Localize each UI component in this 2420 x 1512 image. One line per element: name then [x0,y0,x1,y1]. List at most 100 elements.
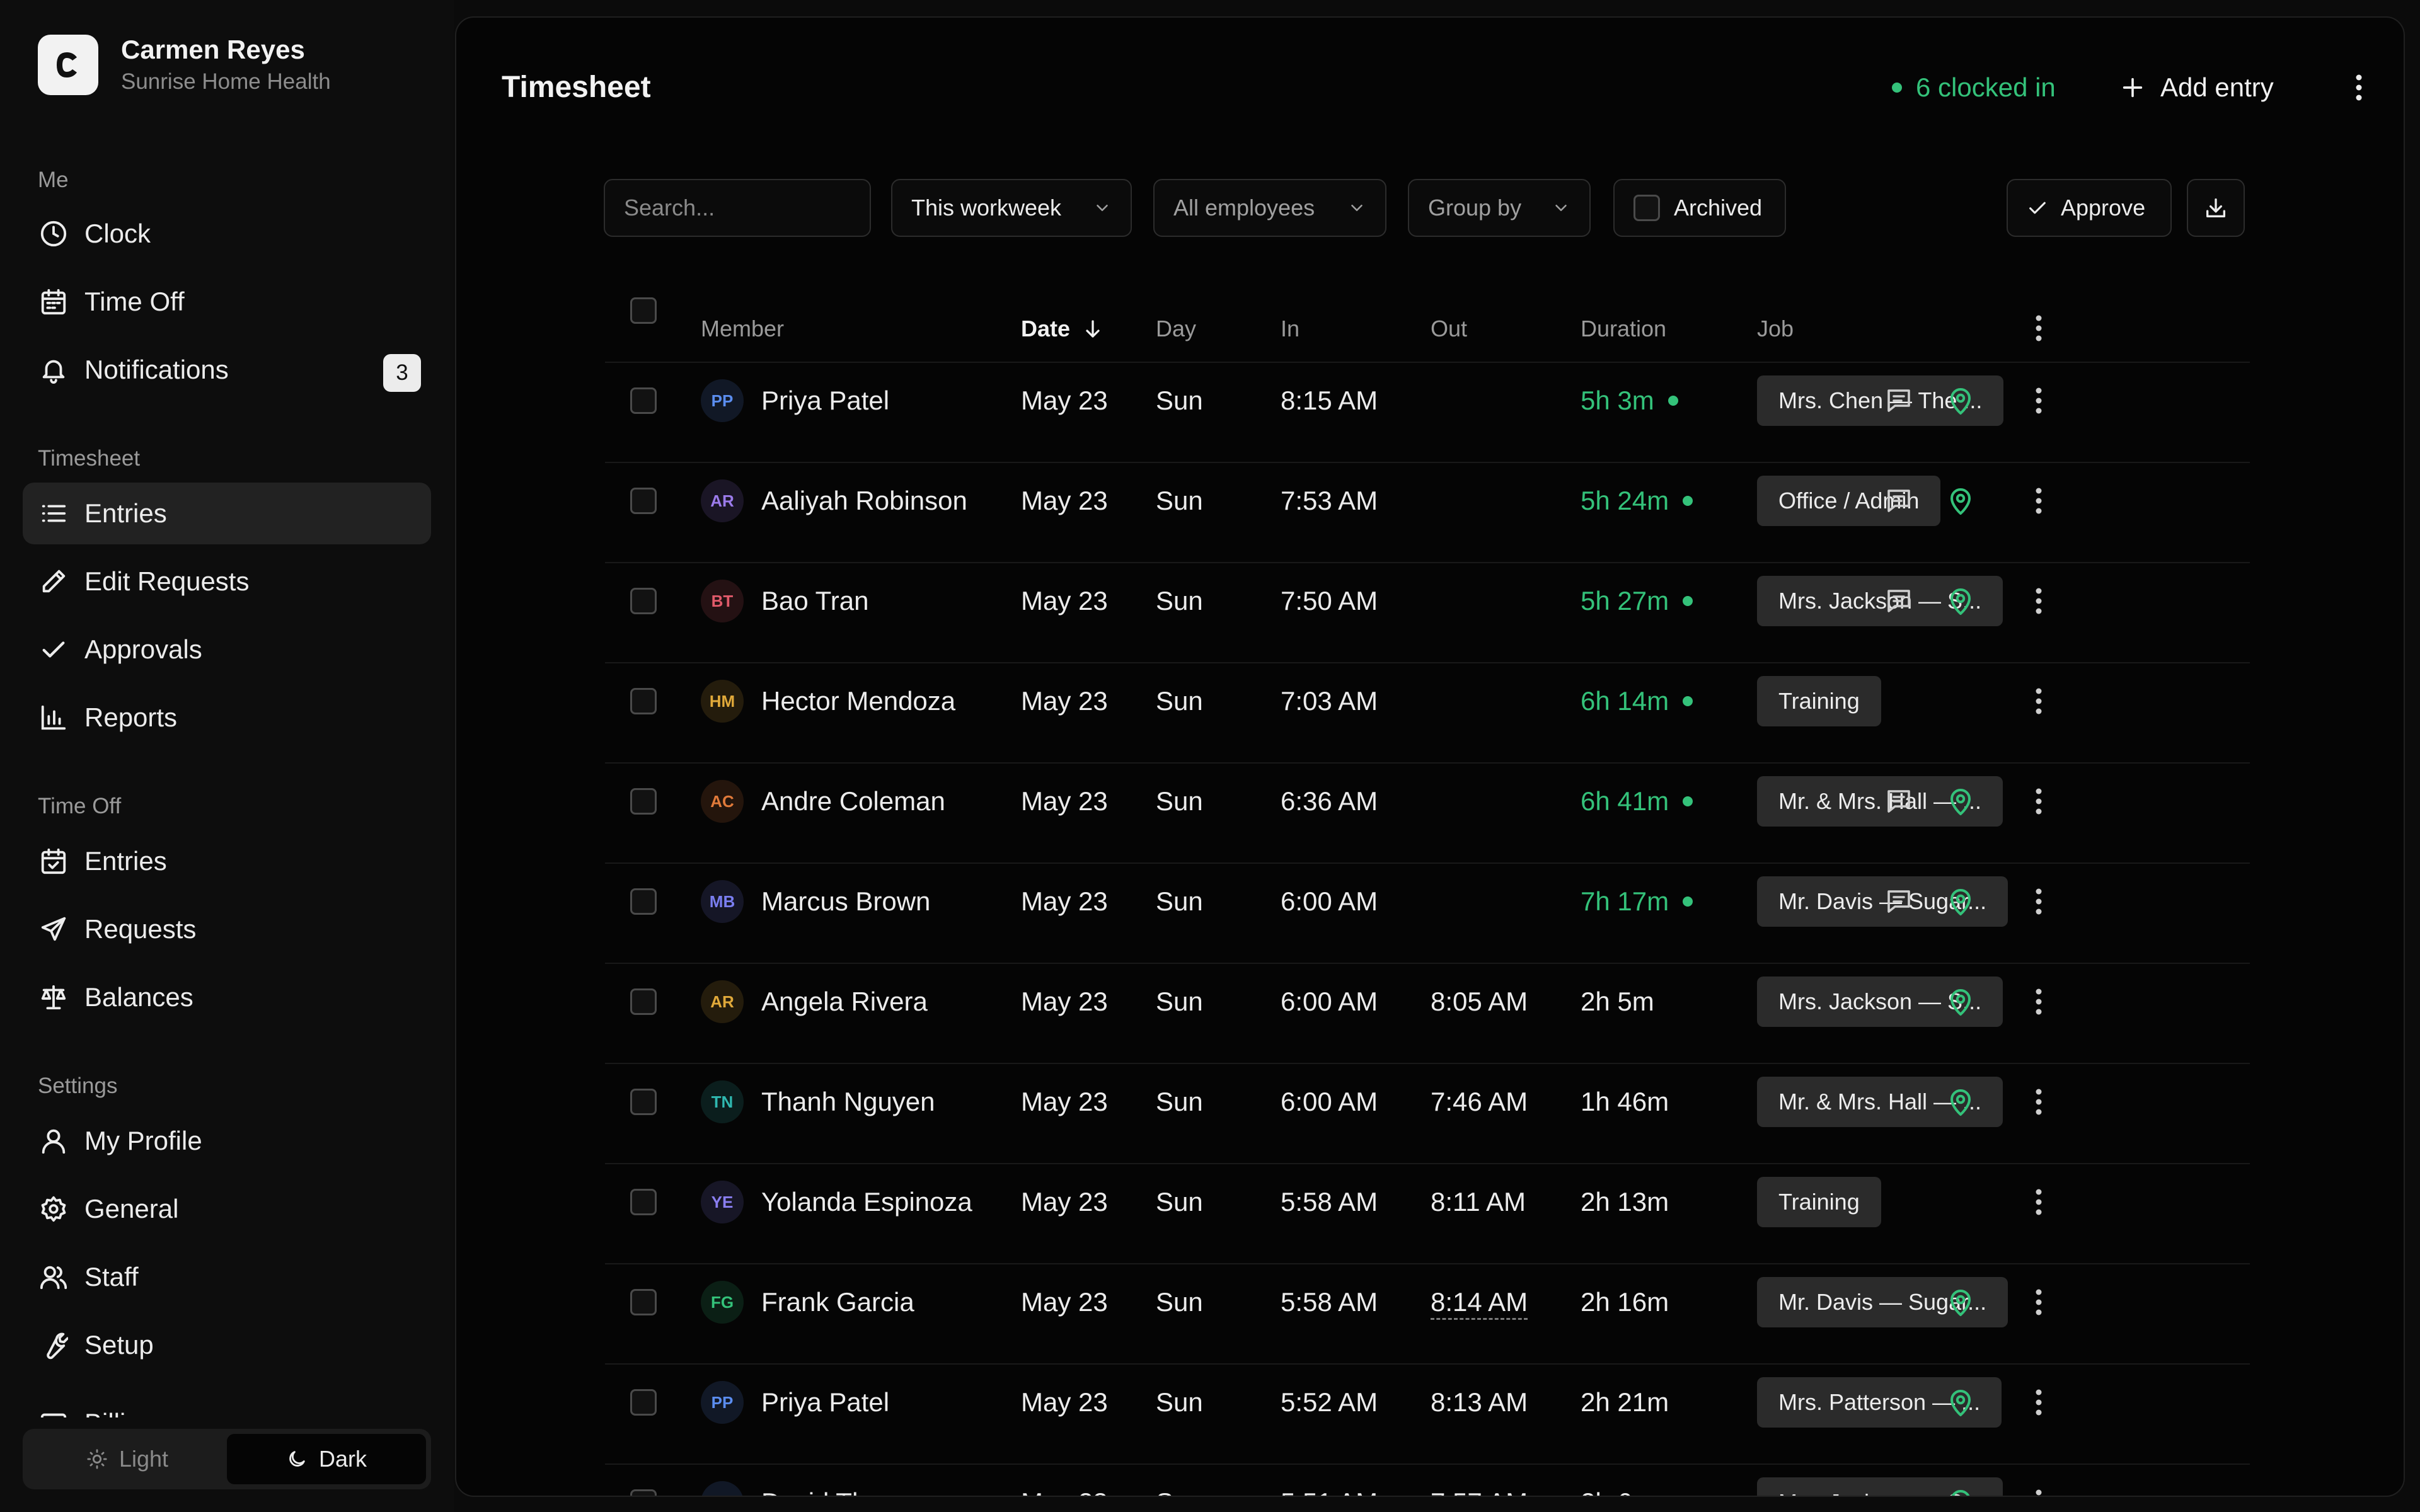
note-icon[interactable] [1882,484,1916,518]
clock-out-time[interactable]: 7:57 AM [1431,1486,1528,1496]
member-name[interactable]: Marcus Brown [761,885,930,919]
row-checkbox[interactable] [630,988,657,1015]
sidebar-item-approvals[interactable]: Approvals [23,619,431,680]
row-more-icon[interactable] [2023,684,2054,718]
employees-select[interactable]: All employees [1153,179,1386,237]
clock-out-time[interactable]: 8:13 AM [1431,1385,1528,1419]
note-icon[interactable] [1882,584,1916,618]
row-checkbox[interactable] [630,788,657,815]
sidebar-item-billing[interactable]: Billing [23,1392,431,1418]
sidebar-item-setup[interactable]: Setup [23,1314,431,1376]
sidebar-item-timesheet-entries[interactable]: Entries [23,483,431,544]
location-pin-icon[interactable] [1944,885,1978,919]
row-more-icon[interactable] [2023,1385,2054,1419]
header-more-icon[interactable] [2343,72,2375,103]
column-header-out[interactable]: Out [1431,314,1467,344]
row-checkbox[interactable] [630,1389,657,1416]
member-name[interactable]: Frank Garcia [761,1285,914,1319]
note-icon[interactable] [1882,784,1916,818]
member-name[interactable]: Bao Tran [761,584,868,618]
download-button[interactable] [2187,179,2245,237]
member-name[interactable]: Hector Mendoza [761,684,955,718]
clock-in-time[interactable]: 7:53 AM [1281,484,1378,518]
sidebar-item-reports[interactable]: Reports [23,687,431,748]
theme-light-button[interactable]: Light [28,1434,227,1484]
row-checkbox[interactable] [630,588,657,614]
row-checkbox[interactable] [630,688,657,714]
column-header-member[interactable]: Member [701,314,784,344]
location-pin-icon[interactable] [1944,384,1978,418]
column-header-date[interactable]: Date [1021,314,1104,344]
member-name[interactable]: Angela Rivera [761,985,928,1019]
location-pin-icon[interactable] [1944,985,1978,1019]
date-range-select[interactable]: This workweek [891,179,1132,237]
clock-in-time[interactable]: 6:00 AM [1281,885,1378,919]
search-input[interactable] [624,195,851,221]
sidebar-item-my-profile[interactable]: My Profile [23,1110,431,1172]
row-checkbox[interactable] [630,888,657,915]
approve-button[interactable]: Approve [2007,179,2172,237]
clocked-in-indicator[interactable]: 6 clocked in [1892,53,2056,122]
column-header-duration[interactable]: Duration [1581,314,1666,344]
location-pin-icon[interactable] [1944,1085,1978,1119]
archived-toggle[interactable]: Archived [1613,179,1786,237]
row-checkbox[interactable] [630,1189,657,1215]
member-name[interactable]: Aaliyah Robinson [761,484,967,518]
sidebar-item-balances[interactable]: Balances [23,966,431,1028]
row-checkbox[interactable] [630,1489,657,1496]
clock-in-time[interactable]: 6:00 AM [1281,985,1378,1019]
add-entry-button[interactable]: Add entry [2120,53,2274,122]
theme-dark-button[interactable]: Dark [227,1434,426,1484]
row-checkbox[interactable] [630,387,657,414]
location-pin-icon[interactable] [1944,1486,1978,1496]
clock-out-time[interactable]: 8:14 AM [1431,1285,1528,1320]
row-more-icon[interactable] [2023,584,2054,618]
row-more-icon[interactable] [2023,484,2054,518]
job-chip[interactable]: Training [1757,676,1881,726]
location-pin-icon[interactable] [1944,484,1978,518]
row-more-icon[interactable] [2023,885,2054,919]
select-all-checkbox[interactable] [630,297,657,324]
account-switcher[interactable]: Carmen Reyes Sunrise Home Health [38,33,331,97]
row-more-icon[interactable] [2023,985,2054,1019]
row-checkbox[interactable] [630,1289,657,1315]
search-field[interactable] [604,179,871,237]
column-header-day[interactable]: Day [1156,314,1196,344]
row-checkbox[interactable] [630,488,657,514]
clock-out-time[interactable]: 8:05 AM [1431,985,1528,1019]
clock-in-time[interactable]: 7:03 AM [1281,684,1378,718]
sidebar-item-notifications[interactable]: Notifications 3 [23,339,431,401]
sidebar-item-time-off-entries[interactable]: Entries [23,830,431,892]
sidebar-item-staff[interactable]: Staff [23,1246,431,1308]
sidebar-item-time-off[interactable]: Time Off [23,271,431,333]
clock-in-time[interactable]: 6:36 AM [1281,784,1378,818]
sidebar-item-clock[interactable]: Clock [23,203,431,265]
group-by-select[interactable]: Group by [1408,179,1591,237]
clock-in-time[interactable]: 5:58 AM [1281,1285,1378,1319]
row-more-icon[interactable] [2023,1185,2054,1219]
sidebar-item-general[interactable]: General [23,1178,431,1240]
row-checkbox[interactable] [630,1089,657,1115]
note-icon[interactable] [1882,384,1916,418]
clock-in-time[interactable]: 8:15 AM [1281,384,1378,418]
member-name[interactable]: Priya Patel [761,1385,889,1419]
columns-more-icon[interactable] [2023,311,2054,345]
row-more-icon[interactable] [2023,1085,2054,1119]
member-name[interactable]: Andre Coleman [761,784,945,818]
location-pin-icon[interactable] [1944,784,1978,818]
clock-out-time[interactable]: 8:11 AM [1431,1185,1526,1219]
column-header-in[interactable]: In [1281,314,1299,344]
clock-in-time[interactable]: 5:52 AM [1281,1385,1378,1419]
sidebar-item-edit-requests[interactable]: Edit Requests [23,551,431,612]
member-name[interactable]: Yolanda Espinoza [761,1185,972,1219]
row-more-icon[interactable] [2023,384,2054,418]
clock-in-time[interactable]: 6:00 AM [1281,1085,1378,1119]
row-more-icon[interactable] [2023,1285,2054,1319]
clock-out-time[interactable]: 7:46 AM [1431,1085,1528,1119]
row-more-icon[interactable] [2023,784,2054,818]
location-pin-icon[interactable] [1944,584,1978,618]
note-icon[interactable] [1882,885,1916,919]
member-name[interactable]: David Thomas [761,1486,931,1496]
archived-checkbox[interactable] [1634,195,1660,221]
clock-in-time[interactable]: 7:50 AM [1281,584,1378,618]
